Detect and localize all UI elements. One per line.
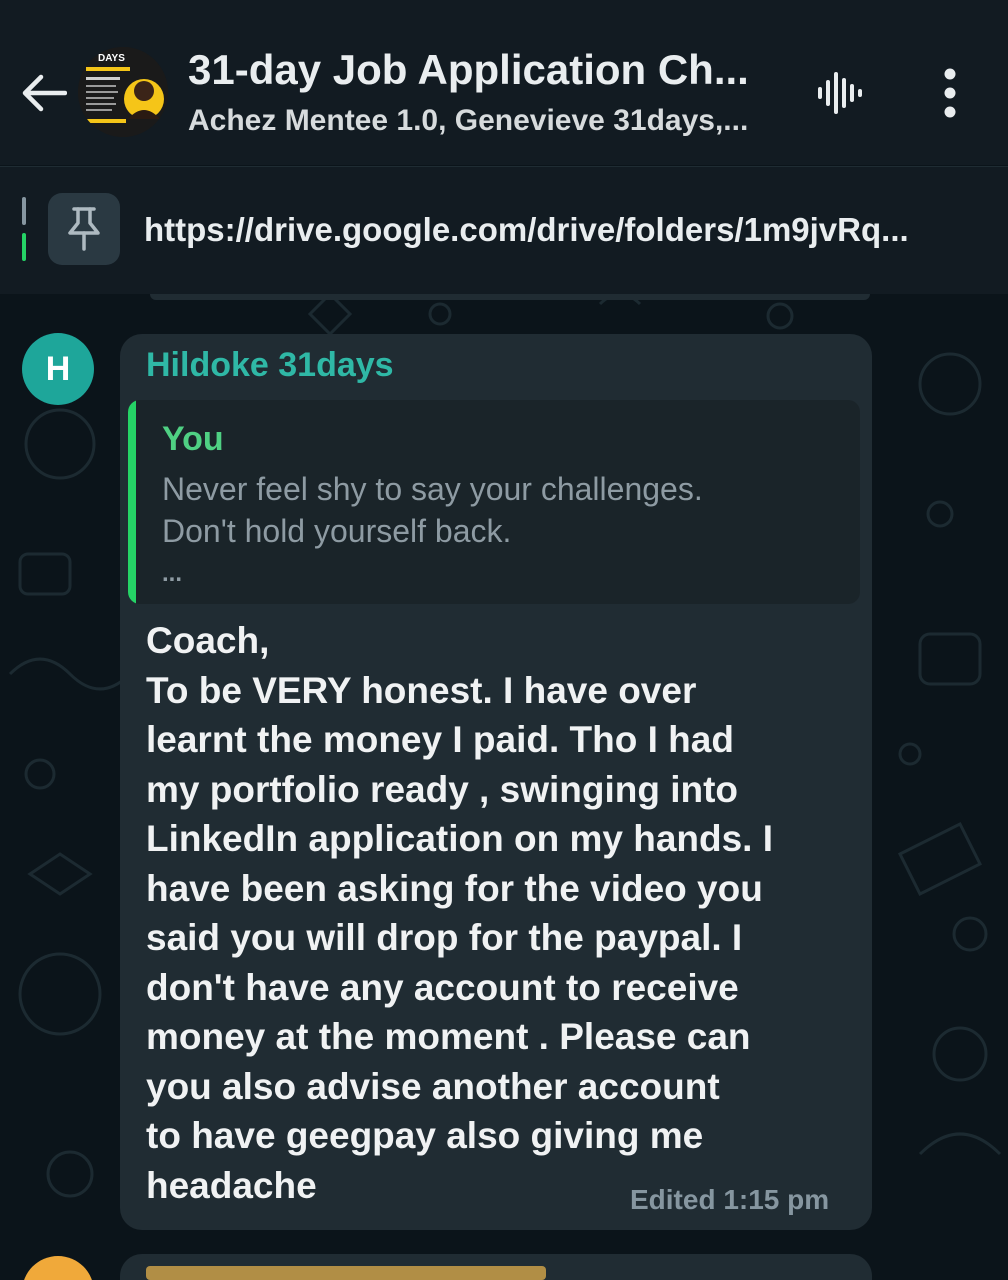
pin-icon xyxy=(68,207,100,251)
quote-line: Never feel shy to say your challenges. xyxy=(162,471,703,507)
status-bar xyxy=(0,0,1008,18)
message-line: learnt the money I paid. Tho I had xyxy=(146,719,734,760)
chat-title: 31-day Job Application Ch... xyxy=(188,46,749,93)
quote-line: Don't hold yourself back. xyxy=(162,513,512,549)
sender-avatar[interactable]: H xyxy=(22,333,94,405)
chat-header: DAYS 31-day Job Application Ch... Achez … xyxy=(0,0,1008,165)
chat-participants: Achez Mentee 1.0, Genevieve 31days,... xyxy=(188,104,749,137)
sender-name[interactable]: Hildoke 31days xyxy=(146,346,394,385)
message-line: LinkedIn application on my hands. I xyxy=(146,818,774,859)
voice-call-icon xyxy=(818,72,862,114)
quote-accent-bar xyxy=(128,400,136,604)
message-line: money at the moment . Please can xyxy=(146,1016,751,1057)
chat-title-area[interactable]: 31-day Job Application Ch... Achez Mente… xyxy=(188,42,788,142)
pin-button[interactable] xyxy=(48,193,120,265)
quote-author: You xyxy=(162,420,224,458)
quote-ellipsis: ... xyxy=(162,560,183,587)
back-arrow-icon xyxy=(22,74,67,112)
message-line: don't have any account to receive xyxy=(146,966,739,1008)
quote-text: Never feel shy to say your challenges. D… xyxy=(162,468,842,552)
pinned-position-indicator xyxy=(22,197,26,261)
message-line: Coach, xyxy=(146,620,270,661)
group-avatar-image: DAYS xyxy=(78,47,168,137)
voice-call-button[interactable] xyxy=(810,64,868,122)
message-timestamp: Edited 1:15 pm xyxy=(630,1184,830,1215)
more-vert-icon xyxy=(944,68,956,118)
message-text: Coach, To be VERY honest. I have over le… xyxy=(146,616,846,1210)
previous-bubble-edge xyxy=(150,294,870,300)
back-button[interactable] xyxy=(18,62,70,124)
message-line: you also advise another account xyxy=(146,1065,720,1107)
group-avatar[interactable]: DAYS xyxy=(78,47,168,137)
quoted-message[interactable]: You Never feel shy to say your challenge… xyxy=(128,400,860,604)
pinned-message-bar[interactable]: https://drive.google.com/drive/folders/1… xyxy=(0,166,1008,294)
pinned-message-text: https://drive.google.com/drive/folders/1… xyxy=(144,211,909,248)
avatar-banner-text: DAYS xyxy=(98,53,125,64)
message-line: said you will drop for the paypal. I xyxy=(146,917,743,958)
message-line: To be VERY honest. I have over xyxy=(146,669,697,711)
pinned-indicator-segment xyxy=(22,197,26,225)
message-line: have been asking for the video you xyxy=(146,867,763,909)
more-options-button[interactable] xyxy=(928,64,972,122)
next-sender-name xyxy=(146,1266,546,1280)
message-line: to have geegpay also giving me xyxy=(146,1115,704,1156)
pinned-indicator-segment-active xyxy=(22,233,26,261)
message-line: my portfolio ready , swinging into xyxy=(146,768,739,810)
